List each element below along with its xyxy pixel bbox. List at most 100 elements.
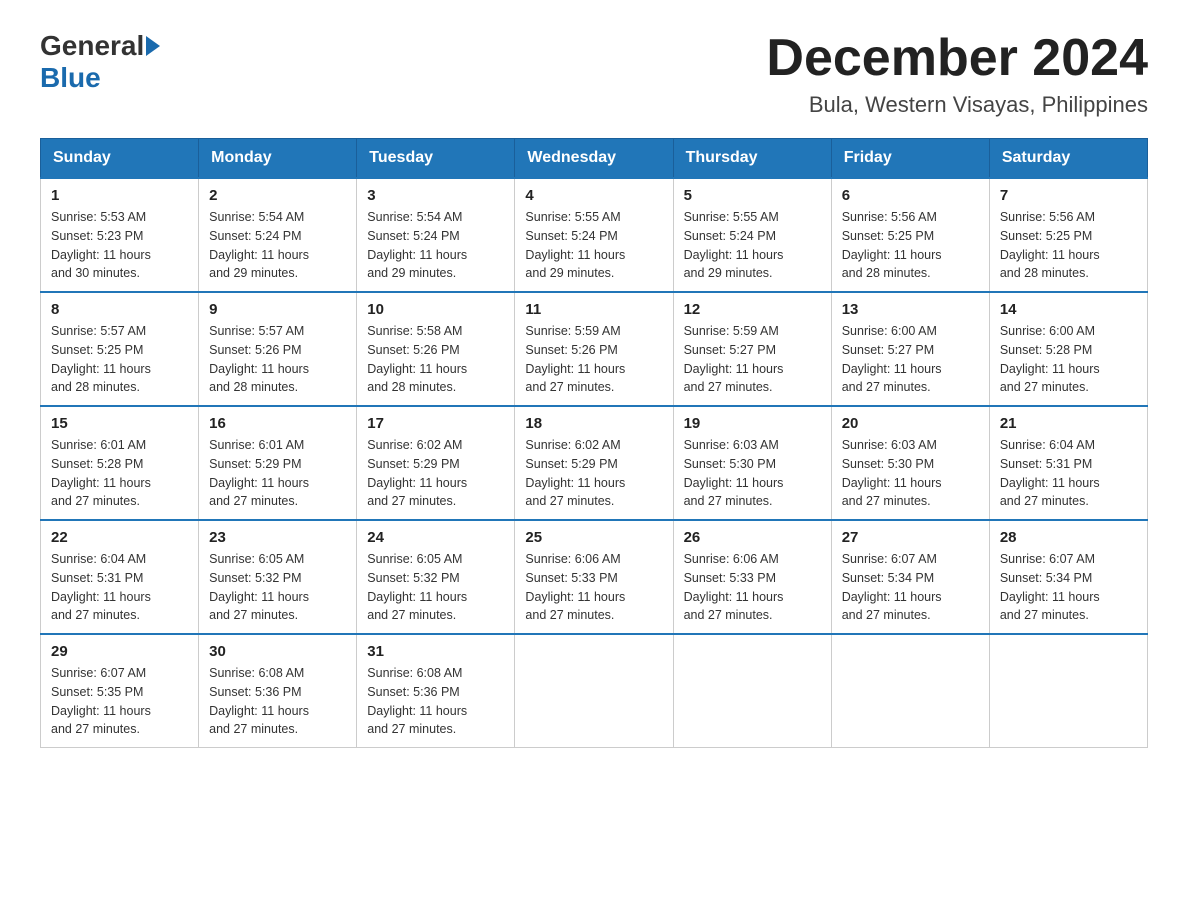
cell-date-number: 5 — [684, 187, 821, 204]
cell-sun-info: Sunrise: 6:07 AMSunset: 5:34 PMDaylight:… — [842, 550, 979, 625]
cell-date-number: 21 — [1000, 415, 1137, 432]
cell-sun-info: Sunrise: 6:00 AMSunset: 5:27 PMDaylight:… — [842, 322, 979, 397]
cell-date-number: 9 — [209, 301, 346, 318]
cell-date-number: 18 — [525, 415, 662, 432]
cell-sun-info: Sunrise: 5:59 AMSunset: 5:26 PMDaylight:… — [525, 322, 662, 397]
calendar-cell: 8Sunrise: 5:57 AMSunset: 5:25 PMDaylight… — [41, 292, 199, 406]
calendar-cell: 23Sunrise: 6:05 AMSunset: 5:32 PMDayligh… — [199, 520, 357, 634]
calendar-cell: 30Sunrise: 6:08 AMSunset: 5:36 PMDayligh… — [199, 634, 357, 748]
calendar-cell: 17Sunrise: 6:02 AMSunset: 5:29 PMDayligh… — [357, 406, 515, 520]
calendar-cell: 4 Sunrise: 5:55 AMSunset: 5:24 PMDaylight… — [515, 178, 673, 292]
calendar-cell: 6 Sunrise: 5:56 AMSunset: 5:25 PMDaylight… — [831, 178, 989, 292]
calendar-cell — [673, 634, 831, 748]
calendar-cell: 26 Sunrise: 6:06 AMSunset: 5:33 PMDayligh… — [673, 520, 831, 634]
cell-sun-info: Sunrise: 6:03 AMSunset: 5:30 PMDaylight:… — [684, 436, 821, 511]
cell-date-number: 31 — [367, 643, 504, 660]
cell-date-number: 24 — [367, 529, 504, 546]
cell-date-number: 6 — [842, 187, 979, 204]
calendar-cell: 20Sunrise: 6:03 AMSunset: 5:30 PMDayligh… — [831, 406, 989, 520]
week-row-1: 1Sunrise: 5:53 AMSunset: 5:23 PMDaylight… — [41, 178, 1148, 292]
cell-sun-info: Sunrise: 6:07 AMSunset: 5:35 PMDaylight:… — [51, 664, 188, 739]
cell-sun-info: Sunrise: 5:55 AMSunset: 5:24 PMDaylight:… — [684, 208, 821, 283]
cell-sun-info: Sunrise: 5:55 AMSunset: 5:24 PMDaylight:… — [525, 208, 662, 283]
calendar-cell — [515, 634, 673, 748]
logo: General Blue — [40, 30, 162, 94]
calendar-cell: 14Sunrise: 6:00 AMSunset: 5:28 PMDayligh… — [989, 292, 1147, 406]
cell-date-number: 3 — [367, 187, 504, 204]
week-row-3: 15 Sunrise: 6:01 AMSunset: 5:28 PMDayligh… — [41, 406, 1148, 520]
calendar-cell: 3 Sunrise: 5:54 AMSunset: 5:24 PMDaylight… — [357, 178, 515, 292]
week-row-5: 29Sunrise: 6:07 AMSunset: 5:35 PMDayligh… — [41, 634, 1148, 748]
cell-date-number: 19 — [684, 415, 821, 432]
calendar-cell: 27Sunrise: 6:07 AMSunset: 5:34 PMDayligh… — [831, 520, 989, 634]
calendar-cell: 29Sunrise: 6:07 AMSunset: 5:35 PMDayligh… — [41, 634, 199, 748]
title-block: December 2024 Bula, Western Visayas, Phi… — [766, 30, 1148, 118]
cell-sun-info: Sunrise: 6:06 AMSunset: 5:33 PMDaylight:… — [525, 550, 662, 625]
cell-date-number: 13 — [842, 301, 979, 318]
cell-sun-info: Sunrise: 5:54 AMSunset: 5:24 PMDaylight:… — [209, 208, 346, 283]
cell-sun-info: Sunrise: 5:58 AMSunset: 5:26 PMDaylight:… — [367, 322, 504, 397]
cell-date-number: 25 — [525, 529, 662, 546]
page-header: General Blue December 2024 Bula, Western… — [40, 30, 1148, 118]
cell-date-number: 26 — [684, 529, 821, 546]
cell-date-number: 23 — [209, 529, 346, 546]
calendar-cell: 12 Sunrise: 5:59 AMSunset: 5:27 PMDayligh… — [673, 292, 831, 406]
cell-sun-info: Sunrise: 6:06 AMSunset: 5:33 PMDaylight:… — [684, 550, 821, 625]
cell-sun-info: Sunrise: 5:57 AMSunset: 5:25 PMDaylight:… — [51, 322, 188, 397]
cell-sun-info: Sunrise: 5:54 AMSunset: 5:24 PMDaylight:… — [367, 208, 504, 283]
calendar-cell: 11 Sunrise: 5:59 AMSunset: 5:26 PMDayligh… — [515, 292, 673, 406]
calendar-cell: 31Sunrise: 6:08 AMSunset: 5:36 PMDayligh… — [357, 634, 515, 748]
column-header-wednesday: Wednesday — [515, 139, 673, 179]
calendar-cell: 24Sunrise: 6:05 AMSunset: 5:32 PMDayligh… — [357, 520, 515, 634]
calendar-cell — [989, 634, 1147, 748]
cell-date-number: 12 — [684, 301, 821, 318]
cell-date-number: 22 — [51, 529, 188, 546]
cell-sun-info: Sunrise: 5:56 AMSunset: 5:25 PMDaylight:… — [842, 208, 979, 283]
cell-date-number: 16 — [209, 415, 346, 432]
column-header-monday: Monday — [199, 139, 357, 179]
week-row-2: 8Sunrise: 5:57 AMSunset: 5:25 PMDaylight… — [41, 292, 1148, 406]
cell-sun-info: Sunrise: 6:04 AMSunset: 5:31 PMDaylight:… — [1000, 436, 1137, 511]
calendar-cell: 15 Sunrise: 6:01 AMSunset: 5:28 PMDayligh… — [41, 406, 199, 520]
calendar-cell: 21 Sunrise: 6:04 AMSunset: 5:31 PMDayligh… — [989, 406, 1147, 520]
calendar-cell: 25 Sunrise: 6:06 AMSunset: 5:33 PMDayligh… — [515, 520, 673, 634]
column-header-tuesday: Tuesday — [357, 139, 515, 179]
logo-arrow-icon — [146, 36, 160, 56]
location-title: Bula, Western Visayas, Philippines — [766, 92, 1148, 118]
calendar-cell: 2 Sunrise: 5:54 AMSunset: 5:24 PMDaylight… — [199, 178, 357, 292]
cell-sun-info: Sunrise: 6:00 AMSunset: 5:28 PMDaylight:… — [1000, 322, 1137, 397]
cell-date-number: 11 — [525, 301, 662, 318]
column-header-thursday: Thursday — [673, 139, 831, 179]
cell-sun-info: Sunrise: 6:01 AMSunset: 5:29 PMDaylight:… — [209, 436, 346, 511]
calendar-cell: 28Sunrise: 6:07 AMSunset: 5:34 PMDayligh… — [989, 520, 1147, 634]
column-header-sunday: Sunday — [41, 139, 199, 179]
calendar-cell: 18 Sunrise: 6:02 AMSunset: 5:29 PMDayligh… — [515, 406, 673, 520]
cell-date-number: 20 — [842, 415, 979, 432]
week-row-4: 22 Sunrise: 6:04 AMSunset: 5:31 PMDayligh… — [41, 520, 1148, 634]
cell-date-number: 30 — [209, 643, 346, 660]
month-title: December 2024 — [766, 30, 1148, 87]
cell-sun-info: Sunrise: 6:01 AMSunset: 5:28 PMDaylight:… — [51, 436, 188, 511]
calendar-cell: 1Sunrise: 5:53 AMSunset: 5:23 PMDaylight… — [41, 178, 199, 292]
column-header-friday: Friday — [831, 139, 989, 179]
calendar-cell: 16 Sunrise: 6:01 AMSunset: 5:29 PMDayligh… — [199, 406, 357, 520]
logo-blue-text: Blue — [40, 62, 101, 93]
cell-sun-info: Sunrise: 6:04 AMSunset: 5:31 PMDaylight:… — [51, 550, 188, 625]
cell-sun-info: Sunrise: 5:56 AMSunset: 5:25 PMDaylight:… — [1000, 208, 1137, 283]
cell-sun-info: Sunrise: 5:57 AMSunset: 5:26 PMDaylight:… — [209, 322, 346, 397]
cell-date-number: 4 — [525, 187, 662, 204]
cell-date-number: 17 — [367, 415, 504, 432]
logo-general-text: General — [40, 30, 144, 62]
cell-date-number: 1 — [51, 187, 188, 204]
cell-date-number: 2 — [209, 187, 346, 204]
cell-sun-info: Sunrise: 6:02 AMSunset: 5:29 PMDaylight:… — [525, 436, 662, 511]
cell-date-number: 15 — [51, 415, 188, 432]
column-header-saturday: Saturday — [989, 139, 1147, 179]
cell-sun-info: Sunrise: 5:59 AMSunset: 5:27 PMDaylight:… — [684, 322, 821, 397]
calendar-cell: 7Sunrise: 5:56 AMSunset: 5:25 PMDaylight… — [989, 178, 1147, 292]
calendar-cell: 5 Sunrise: 5:55 AMSunset: 5:24 PMDaylight… — [673, 178, 831, 292]
cell-sun-info: Sunrise: 6:07 AMSunset: 5:34 PMDaylight:… — [1000, 550, 1137, 625]
calendar-cell: 9 Sunrise: 5:57 AMSunset: 5:26 PMDaylight… — [199, 292, 357, 406]
cell-date-number: 10 — [367, 301, 504, 318]
calendar-cell: 10 Sunrise: 5:58 AMSunset: 5:26 PMDayligh… — [357, 292, 515, 406]
